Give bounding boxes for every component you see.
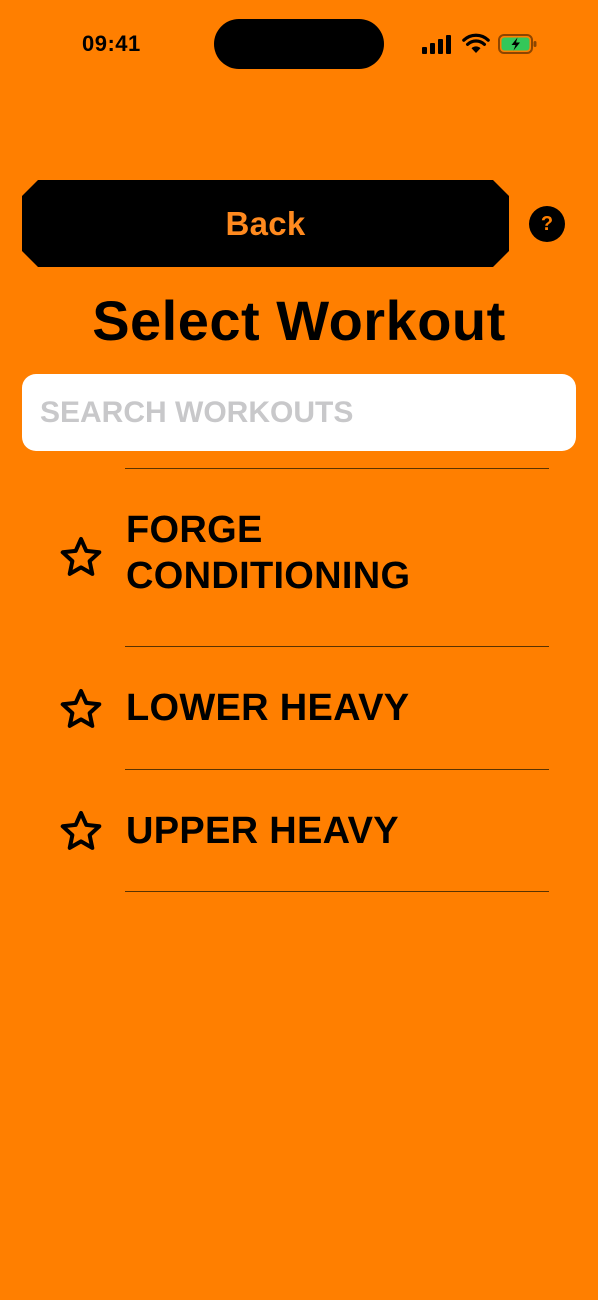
- workout-name: FORGE CONDITIONING: [126, 509, 411, 597]
- status-icons: [422, 32, 538, 56]
- workout-item-upper-heavy[interactable]: UPPER HEAVY: [0, 769, 598, 892]
- help-button[interactable]: ?: [529, 206, 565, 242]
- cellular-signal-icon: [422, 35, 451, 54]
- list-divider: [125, 891, 549, 892]
- wifi-icon: [462, 33, 490, 53]
- favorite-star-icon[interactable]: [58, 687, 104, 733]
- workout-name: UPPER HEAVY: [126, 810, 399, 852]
- status-bar: 09:41: [0, 0, 598, 90]
- dynamic-island: [214, 19, 384, 69]
- workout-name: LOWER HEAVY: [126, 687, 410, 729]
- workout-item-lower-heavy[interactable]: LOWER HEAVY: [0, 646, 598, 769]
- back-button[interactable]: Back: [22, 180, 509, 267]
- search-input[interactable]: [22, 374, 576, 451]
- favorite-star-icon[interactable]: [58, 535, 104, 581]
- search-field-container: [22, 374, 576, 451]
- favorite-star-icon[interactable]: [58, 809, 104, 855]
- status-time: 09:41: [82, 31, 141, 56]
- page-title: Select Workout: [92, 289, 506, 352]
- battery-charging-icon: [498, 34, 537, 54]
- workout-item-forge-conditioning[interactable]: FORGE CONDITIONING: [0, 468, 598, 646]
- back-button-label: Back: [225, 204, 306, 242]
- help-icon: ?: [540, 213, 554, 235]
